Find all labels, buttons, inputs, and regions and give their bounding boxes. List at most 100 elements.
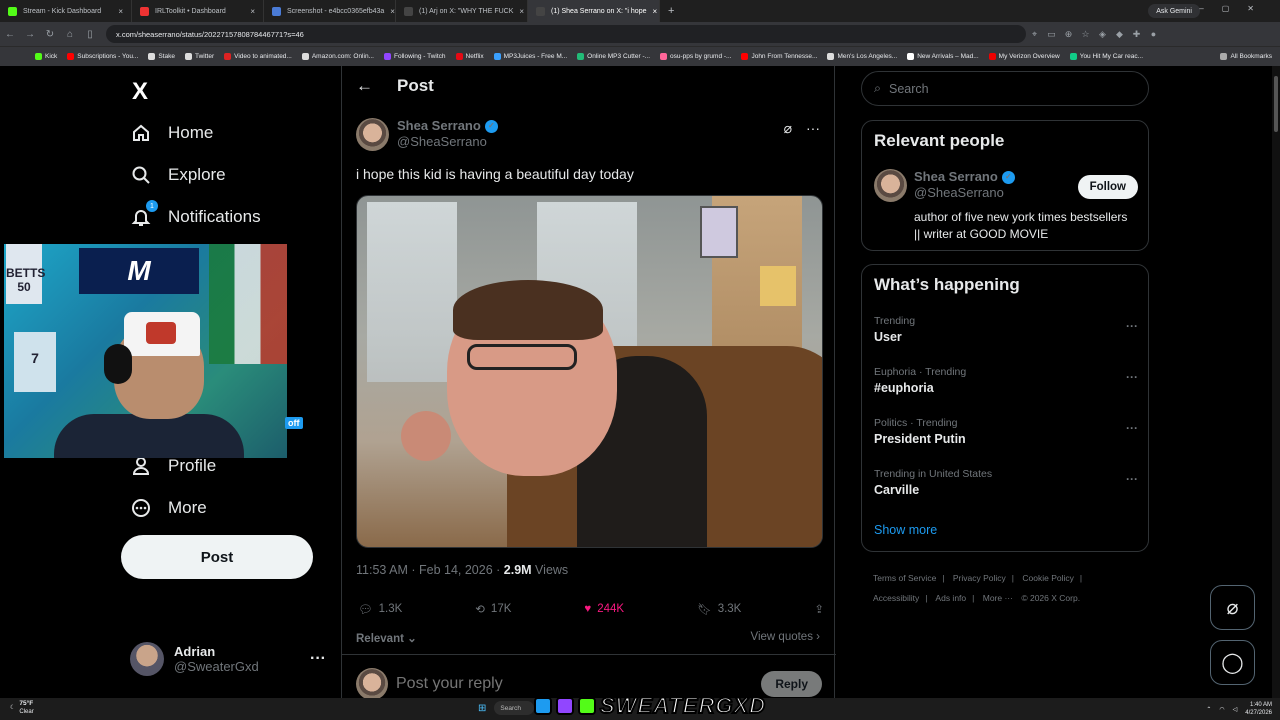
bookmark-item[interactable]: Following - Twitch xyxy=(379,53,451,60)
person-handle[interactable]: @SheaSerrano xyxy=(914,185,1015,201)
sidebar-item-home[interactable]: Home xyxy=(130,122,213,144)
back-icon[interactable]: ← xyxy=(0,29,20,40)
taskbar-search[interactable]: Search xyxy=(494,701,535,715)
x-logo[interactable]: X xyxy=(132,78,148,106)
volume-icon[interactable]: ◁ xyxy=(1233,706,1238,713)
search-box[interactable]: ⌕ xyxy=(861,71,1149,106)
footer-link[interactable]: Terms of Service xyxy=(873,573,936,583)
close-tab-icon[interactable]: × xyxy=(390,7,395,16)
bookmark-item[interactable]: My Verizon Overview xyxy=(984,53,1065,60)
puzzle-icon[interactable]: ✚ xyxy=(1128,29,1145,40)
reload-icon[interactable]: ↻ xyxy=(40,29,60,40)
bookmark-item[interactable]: osu-pps by grumd -... xyxy=(655,53,736,60)
weather-widget[interactable]: ☾ 75°F Clear xyxy=(10,700,34,716)
tray-chevron-icon[interactable]: ⌃ xyxy=(1206,706,1211,713)
bookmark-item[interactable]: You Hit My Car reac... xyxy=(1065,53,1148,60)
repost-button[interactable]: ⟲ 17K xyxy=(475,602,511,616)
wifi-icon[interactable]: ◠ xyxy=(1219,706,1224,713)
bookmark-item[interactable]: Amazon.com: Onlin... xyxy=(297,53,379,60)
more-dots-icon[interactable]: ··· xyxy=(806,120,820,137)
browser-tab[interactable]: Stream - Kick Dashboard × xyxy=(0,0,132,22)
search-input[interactable] xyxy=(889,81,1110,96)
bookmark-item[interactable]: Men's Los Angeles... xyxy=(822,53,902,60)
sidebar-item-profile[interactable]: Profile xyxy=(130,455,216,477)
person-name[interactable]: Shea Serrano xyxy=(914,169,998,185)
reply-input[interactable] xyxy=(396,675,736,693)
cast-icon[interactable]: ▭ xyxy=(1043,29,1060,40)
more-dots-icon[interactable]: ··· xyxy=(1126,370,1138,384)
follow-button[interactable]: Follow xyxy=(1077,175,1138,199)
star-icon[interactable]: ☆ xyxy=(1077,29,1094,40)
footer-link[interactable]: Cookie Policy xyxy=(1022,573,1074,583)
messages-fab-button[interactable]: ◯ xyxy=(1210,640,1255,685)
author-name[interactable]: Shea Serrano xyxy=(397,118,481,134)
footer-link[interactable]: Accessibility xyxy=(873,593,919,603)
person-avatar[interactable] xyxy=(874,169,907,202)
bookmark-item[interactable]: Kick xyxy=(30,53,62,60)
author-handle[interactable]: @SheaSerrano xyxy=(397,134,498,150)
browser-tab[interactable]: Screenshot - e4bcc0365efb43a × xyxy=(264,0,396,22)
new-tab-button[interactable]: + xyxy=(660,5,682,17)
url-field[interactable]: x.com/sheaserrano/status/202271578087844… xyxy=(106,25,1026,43)
footer-link[interactable]: Privacy Policy xyxy=(953,573,1006,583)
ask-gemini-button[interactable]: Ask Gemini xyxy=(1148,4,1200,18)
trend-item[interactable]: Politics · Trending President Putin ··· xyxy=(874,417,1138,446)
grok-icon[interactable]: ⌀ xyxy=(784,120,792,137)
browser-tab-active[interactable]: (1) Shea Serrano on X: "i hope × xyxy=(528,0,660,22)
more-dots-icon[interactable]: ··· xyxy=(1126,472,1138,486)
scrollbar[interactable] xyxy=(1272,66,1280,698)
bookmark-item[interactable]: Twitter xyxy=(180,53,219,60)
bookmark-item[interactable]: Subscriptions - You... xyxy=(62,53,143,60)
bookmark-item[interactable]: New Arrivals – Mad... xyxy=(902,53,983,60)
close-tab-icon[interactable]: × xyxy=(519,7,524,16)
account-switcher[interactable]: Adrian @SweaterGxd ··· xyxy=(130,642,326,676)
post-button[interactable]: Post xyxy=(121,535,313,579)
reply-submit-button[interactable]: Reply xyxy=(761,671,822,697)
bookmark-item[interactable]: John From Tennesse... xyxy=(736,53,822,60)
zoom-icon[interactable]: ⊕ xyxy=(1060,29,1077,40)
share-button[interactable]: ⇪ xyxy=(814,602,824,616)
bookmark-item[interactable]: Stake xyxy=(143,53,180,60)
view-quotes-link[interactable]: View quotes › xyxy=(751,631,820,643)
close-tab-icon[interactable]: × xyxy=(653,7,658,16)
grok-fab-button[interactable]: ⌀ xyxy=(1210,585,1255,630)
tweet-video[interactable] xyxy=(356,195,823,548)
footer-link[interactable]: More ··· xyxy=(983,593,1013,603)
sidebar-item-notifications[interactable]: 1 Notifications xyxy=(130,200,261,228)
location-icon[interactable]: ⌖ xyxy=(1026,29,1043,40)
bookmark-button[interactable]: 🔖︎ 3.3K xyxy=(697,602,741,616)
more-dots-icon[interactable]: ··· xyxy=(1126,319,1138,333)
trend-item[interactable]: Trending User ··· xyxy=(874,315,1138,344)
more-dots-icon[interactable]: ··· xyxy=(310,650,326,668)
more-dots-icon[interactable]: ··· xyxy=(1126,421,1138,435)
bookmark-item[interactable]: Video to animated... xyxy=(219,53,297,60)
back-arrow-icon[interactable]: ← xyxy=(356,76,373,96)
like-button[interactable]: ♥ 244K xyxy=(584,603,624,615)
browser-tab[interactable]: (1) Arj on X: "WHY THE FUCK × xyxy=(396,0,528,22)
profile-icon[interactable]: ● xyxy=(1145,29,1162,39)
windows-start-icon[interactable]: ⊞ xyxy=(478,703,486,714)
clock[interactable]: 1:40 AM 4/27/2026 xyxy=(1245,701,1272,717)
timestamp[interactable]: 11:53 AM · Feb 14, 2026 · xyxy=(356,563,504,577)
sidebar-item-explore[interactable]: Explore xyxy=(130,164,226,186)
show-more-link[interactable]: Show more xyxy=(874,523,937,537)
close-tab-icon[interactable]: × xyxy=(118,7,123,16)
bookmark-item[interactable]: Online MP3 Cutter -... xyxy=(572,53,655,60)
footer-link[interactable]: Ads info xyxy=(935,593,966,603)
bookmark-item[interactable]: Netflix xyxy=(451,53,489,60)
close-tab-icon[interactable]: × xyxy=(250,7,255,16)
trend-item[interactable]: Euphoria · Trending #euphoria ··· xyxy=(874,366,1138,395)
sidebar-toggle-icon[interactable]: ▯ xyxy=(80,29,100,40)
window-controls[interactable]: –▢✕ xyxy=(1199,4,1272,13)
browser-tab[interactable]: IRLToolkit • Dashboard × xyxy=(132,0,264,22)
reply-sort-dropdown[interactable]: Relevant ⌄ xyxy=(356,631,417,645)
extension-icon[interactable]: ◈ xyxy=(1094,29,1111,40)
sidebar-item-more[interactable]: More xyxy=(130,497,207,519)
reply-button[interactable]: 💬︎ 1.3K xyxy=(358,602,402,616)
author-avatar[interactable] xyxy=(356,118,389,151)
bookmark-item[interactable]: MP3Juices - Free M... xyxy=(489,53,573,60)
home-icon[interactable]: ⌂ xyxy=(60,29,80,40)
forward-icon[interactable]: → xyxy=(20,29,40,40)
shield-icon[interactable]: ◆ xyxy=(1111,29,1128,40)
tweet-author[interactable]: Shea Serrano ✓ @SheaSerrano xyxy=(356,118,498,151)
